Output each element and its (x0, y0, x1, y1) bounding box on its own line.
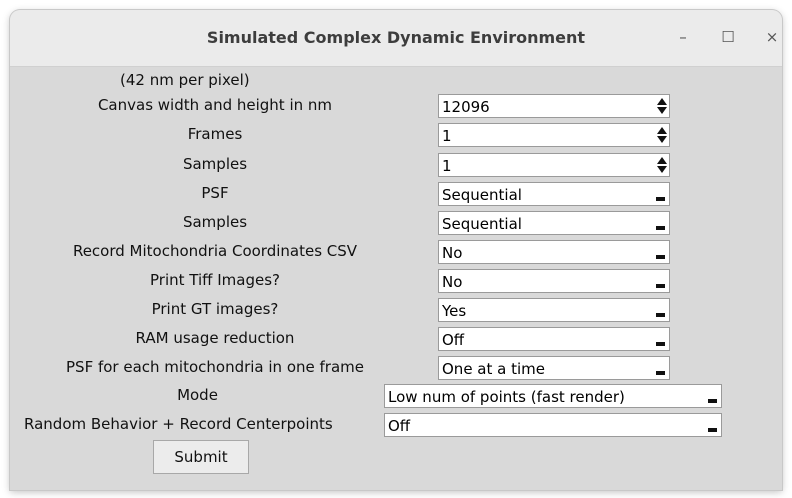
mode-label: Mode (177, 386, 218, 404)
psf-value: Sequential (442, 186, 522, 204)
samples-count-label: Samples (182, 155, 248, 173)
print-gt-dropdown[interactable]: Yes (438, 298, 670, 322)
mode-dropdown[interactable]: Low num of points (fast render) (384, 384, 722, 408)
print-tiff-value: No (442, 273, 463, 291)
samples-mode-label: Samples (182, 213, 248, 231)
ram-reduction-value: Off (442, 331, 465, 349)
dropdown-arrow-icon (656, 255, 665, 259)
submit-button[interactable]: Submit (153, 440, 249, 474)
title-bar[interactable]: Simulated Complex Dynamic Environment – … (10, 10, 782, 67)
form-panel: (42 nm per pixel) Canvas width and heigh… (10, 67, 782, 490)
spinner-arrows-icon[interactable] (657, 157, 667, 174)
random-behavior-dropdown[interactable]: Off (384, 413, 722, 437)
ram-reduction-dropdown[interactable]: Off (438, 327, 670, 351)
app-window: Simulated Complex Dynamic Environment – … (10, 10, 782, 490)
frames-value: 1 (442, 127, 452, 145)
samples-spinner[interactable]: 1 (438, 153, 670, 177)
samples-mode-dropdown[interactable]: Sequential (438, 211, 670, 235)
record-coords-label: Record Mitochondria Coordinates CSV (72, 242, 358, 260)
psf-each-dropdown[interactable]: One at a time (438, 356, 670, 380)
window-title: Simulated Complex Dynamic Environment (206, 28, 586, 47)
dropdown-arrow-icon (656, 226, 665, 230)
random-behavior-value: Off (388, 417, 411, 435)
record-coords-dropdown[interactable]: No (438, 240, 670, 264)
psf-each-label: PSF for each mitochondria in one frame (66, 358, 364, 376)
minimize-button[interactable]: – (672, 26, 694, 48)
scale-note: (42 nm per pixel) (120, 71, 250, 89)
psf-label: PSF (201, 184, 229, 202)
print-gt-label: Print GT images? (151, 300, 279, 318)
close-button[interactable]: × (761, 26, 782, 48)
record-coords-value: No (442, 244, 463, 262)
print-tiff-dropdown[interactable]: No (438, 269, 670, 293)
canvas-size-label: Canvas width and height in nm (97, 96, 333, 114)
dropdown-arrow-icon (656, 284, 665, 288)
frames-label: Frames (187, 125, 243, 143)
psf-each-value: One at a time (442, 360, 546, 378)
random-behavior-label: Random Behavior + Record Centerpoints (24, 415, 333, 433)
canvas-size-value: 12096 (442, 98, 490, 116)
dropdown-arrow-icon (656, 313, 665, 317)
dropdown-arrow-icon (656, 371, 665, 375)
ram-reduction-label: RAM usage reduction (135, 329, 295, 347)
print-tiff-label: Print Tiff Images? (150, 271, 280, 289)
dropdown-arrow-icon (708, 399, 717, 403)
samples-mode-value: Sequential (442, 215, 522, 233)
dropdown-arrow-icon (656, 342, 665, 346)
spinner-arrows-icon[interactable] (657, 127, 667, 144)
spinner-arrows-icon[interactable] (657, 98, 667, 115)
samples-count-value: 1 (442, 157, 452, 175)
dropdown-arrow-icon (656, 197, 665, 201)
canvas-size-spinner[interactable]: 12096 (438, 94, 670, 118)
psf-dropdown[interactable]: Sequential (438, 182, 670, 206)
mode-value: Low num of points (fast render) (388, 388, 625, 406)
frames-spinner[interactable]: 1 (438, 123, 670, 147)
maximize-button[interactable]: ☐ (717, 26, 739, 48)
dropdown-arrow-icon (708, 428, 717, 432)
print-gt-value: Yes (442, 302, 467, 320)
